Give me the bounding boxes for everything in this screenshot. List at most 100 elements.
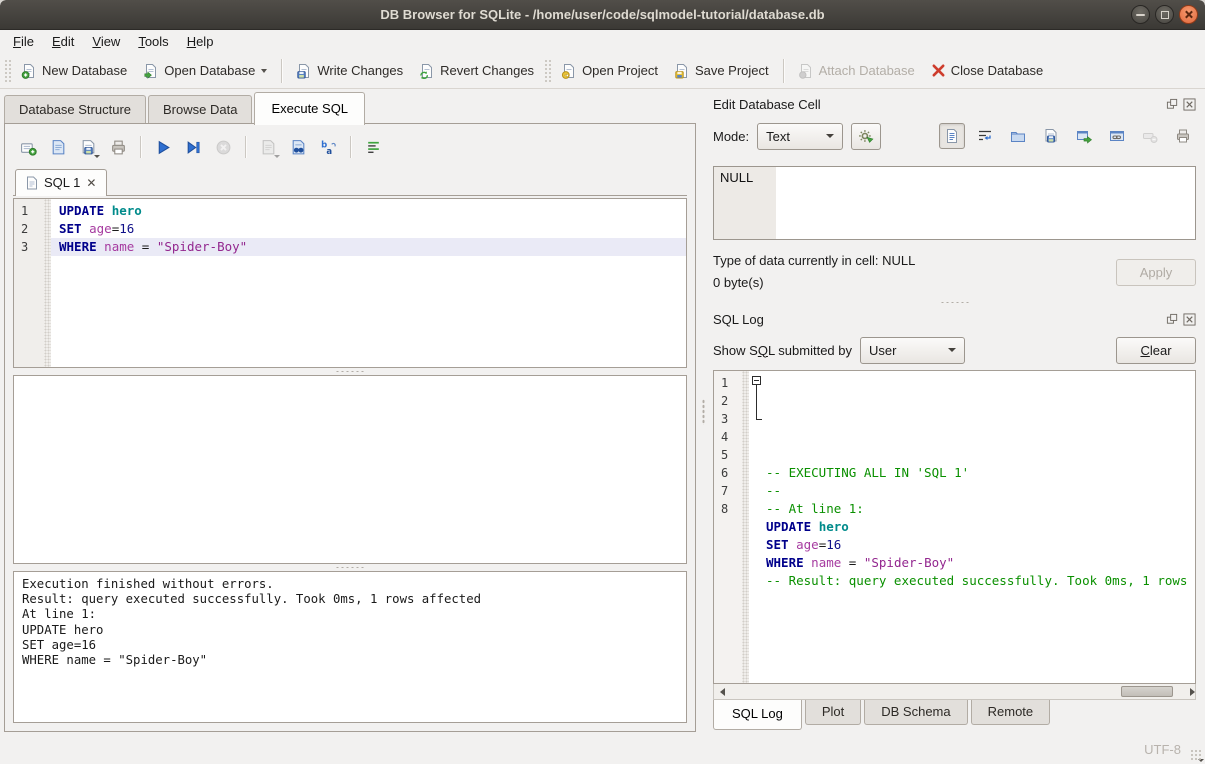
print-cell-button[interactable]: [1170, 123, 1196, 149]
new-sql-tab-button[interactable]: [15, 134, 41, 160]
execute-all-button[interactable]: [150, 134, 176, 160]
import-icon: [1010, 128, 1026, 144]
word-wrap-icon: [977, 128, 993, 144]
find-replace-button[interactable]: ba: [315, 134, 341, 160]
fold-collapse-icon[interactable]: [752, 376, 761, 385]
edit-cell-float-button[interactable]: [1166, 98, 1179, 111]
resize-grip[interactable]: [1190, 749, 1203, 762]
find-button[interactable]: [285, 134, 311, 160]
set-null-button[interactable]: [1137, 123, 1163, 149]
print-icon: [110, 139, 127, 156]
toolbar-drag-handle[interactable]: [4, 59, 11, 83]
word-wrap-button[interactable]: [972, 123, 998, 149]
apply-button[interactable]: Apply: [1116, 259, 1196, 286]
stop-execution-button[interactable]: [210, 134, 236, 160]
open-database-button[interactable]: Open Database: [135, 58, 275, 84]
print-icon: [1175, 128, 1191, 144]
scrollbar-thumb[interactable]: [1121, 686, 1173, 697]
svg-text:a: a: [326, 146, 332, 155]
mode-select[interactable]: Text: [757, 123, 843, 150]
sql-log-close-button[interactable]: [1183, 313, 1196, 326]
menu-item-edit[interactable]: Edit: [43, 32, 83, 52]
import-cell-button[interactable]: [1005, 123, 1031, 149]
save-sql-dropdown-icon[interactable]: [94, 155, 100, 158]
set-null-icon: [1142, 128, 1158, 144]
scroll-right-arrow[interactable]: [1179, 684, 1195, 699]
attach-database-button[interactable]: Attach Database: [790, 58, 923, 84]
menu-item-tools[interactable]: Tools: [129, 32, 177, 52]
dock-tab-remote[interactable]: Remote: [971, 700, 1051, 725]
scroll-left-arrow[interactable]: [714, 684, 730, 699]
apply-default-icon: [858, 128, 875, 145]
toolbar-drag-handle[interactable]: [544, 59, 551, 83]
sql-log-float-button[interactable]: [1166, 313, 1179, 326]
dock-tab-db-schema[interactable]: DB Schema: [864, 700, 967, 725]
dock-tab-bar: SQL Log Plot DB Schema Remote: [713, 700, 1196, 734]
main-content: Database Structure Browse Data Execute S…: [0, 89, 1205, 734]
print-sql-button[interactable]: [105, 134, 131, 160]
cell-mode-row: Mode: Text: [713, 116, 1196, 156]
menu-bar: File Edit View Tools Help: [0, 30, 1205, 53]
right-panel: Edit Database Cell Mode: Text: [706, 89, 1205, 734]
revert-changes-button[interactable]: Revert Changes: [411, 58, 542, 84]
menu-item-view[interactable]: View: [83, 32, 129, 52]
dock-tab-plot[interactable]: Plot: [805, 700, 861, 725]
document-save-icon: [296, 63, 312, 79]
maximize-button[interactable]: [1155, 5, 1174, 24]
open-project-button[interactable]: Open Project: [553, 58, 666, 84]
open-sql-file-button[interactable]: [45, 134, 71, 160]
menu-item-help[interactable]: Help: [178, 32, 223, 52]
save-project-button[interactable]: Save Project: [666, 58, 777, 84]
sql-editor[interactable]: 123 UPDATE heroSET age=16WHERE name = "S…: [13, 198, 687, 368]
log-code[interactable]: -- EXECUTING ALL IN 'SQL 1'---- At line …: [749, 371, 1195, 683]
edit-cell-close-button[interactable]: [1183, 98, 1196, 111]
dock-tab-sql-log[interactable]: SQL Log: [713, 700, 802, 730]
cell-size-info: 0 byte(s): [713, 272, 1116, 294]
format-sql-icon: [365, 139, 382, 156]
link-cell-button[interactable]: [1104, 123, 1130, 149]
save-results-button[interactable]: [255, 134, 281, 160]
log-horizontal-scrollbar[interactable]: [713, 684, 1196, 700]
menu-item-file[interactable]: File: [4, 32, 43, 52]
sql-1-tab[interactable]: SQL 1 ✕: [15, 169, 107, 196]
apply-default-button[interactable]: [851, 123, 881, 150]
submitted-by-select[interactable]: User: [860, 337, 965, 364]
new-database-button[interactable]: New Database: [13, 58, 135, 84]
editor-gutter-strip: [44, 199, 51, 367]
project-save-icon: [674, 63, 690, 79]
close-button[interactable]: [1179, 5, 1198, 24]
editor-code[interactable]: UPDATE heroSET age=16WHERE name = "Spide…: [51, 199, 686, 367]
left-panel: Database Structure Browse Data Execute S…: [0, 89, 700, 734]
editor-results-splitter[interactable]: [13, 368, 687, 375]
sql-log-editor[interactable]: 12345678 -- EXECUTING ALL IN 'SQL 1'----…: [713, 370, 1196, 684]
fold-line-end: [756, 419, 762, 420]
open-external-icon: [1076, 128, 1092, 144]
save-sql-file-button[interactable]: [75, 134, 101, 160]
maximize-icon: [1161, 11, 1169, 19]
export-cell-button[interactable]: [1038, 123, 1064, 149]
format-sql-button[interactable]: [360, 134, 386, 160]
tab-execute-sql[interactable]: Execute SQL: [254, 92, 365, 125]
sql-toolbar: ba: [13, 130, 687, 164]
open-database-dropdown-icon[interactable]: [261, 69, 267, 73]
minimize-button[interactable]: [1131, 5, 1150, 24]
encoding-indicator: UTF-8: [1144, 742, 1181, 757]
sql-tab-close-icon[interactable]: ✕: [86, 176, 96, 190]
save-results-dropdown-icon[interactable]: [274, 155, 280, 158]
attach-database-label: Attach Database: [819, 63, 915, 78]
clear-log-button[interactable]: Clear: [1116, 337, 1196, 364]
cell-edit-area[interactable]: [776, 167, 1195, 239]
title-bar[interactable]: DB Browser for SQLite - /home/user/code/…: [0, 0, 1205, 30]
close-database-button[interactable]: Close Database: [923, 58, 1052, 83]
cell-value-editor[interactable]: NULL: [713, 166, 1196, 240]
cell-log-splitter[interactable]: [713, 296, 1196, 308]
text-mode-button[interactable]: [939, 123, 965, 149]
results-messages-splitter[interactable]: [13, 564, 687, 571]
splitter-handle-icon: [335, 566, 365, 569]
execute-current-line-button[interactable]: [180, 134, 206, 160]
write-changes-button[interactable]: Write Changes: [288, 58, 411, 84]
red-x-icon: [931, 63, 946, 78]
open-external-button[interactable]: [1071, 123, 1097, 149]
tab-database-structure[interactable]: Database Structure: [4, 95, 146, 124]
tab-browse-data[interactable]: Browse Data: [148, 95, 252, 124]
